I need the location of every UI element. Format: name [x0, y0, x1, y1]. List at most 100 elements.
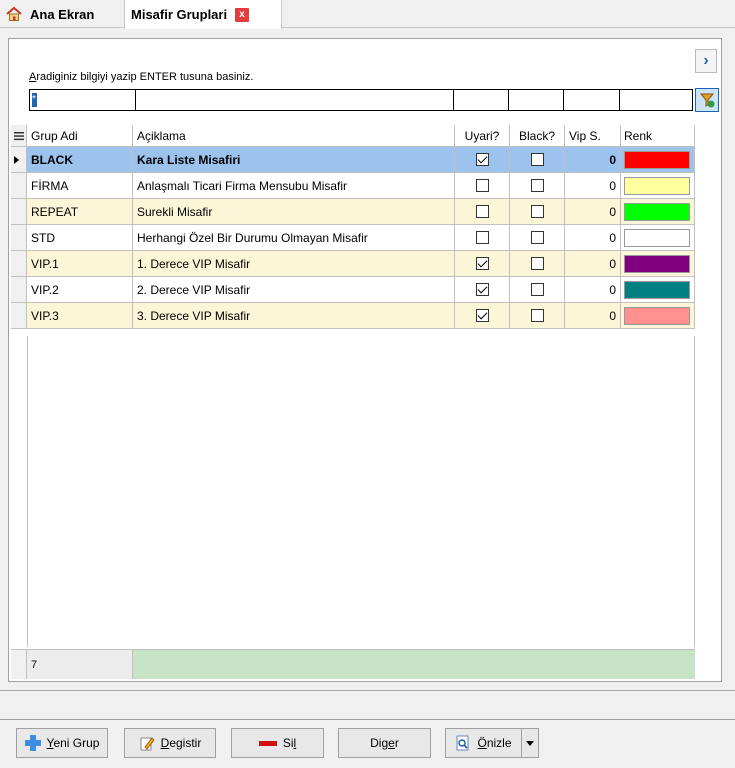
- color-swatch[interactable]: [624, 254, 690, 273]
- uyari-checkbox[interactable]: [475, 309, 489, 322]
- uyari-checkbox[interactable]: [475, 283, 489, 296]
- filter-black-input[interactable]: [508, 89, 563, 111]
- cell-aciklama: Surekli Misafir: [133, 199, 455, 224]
- sil-accel: l: [293, 736, 297, 750]
- cell-renk: [621, 173, 695, 198]
- diger-accel: e: [388, 736, 395, 750]
- cell-renk: [621, 251, 695, 276]
- header-uyari[interactable]: Uyari?: [455, 125, 510, 146]
- table-row[interactable]: STD Herhangi Özel Bir Durumu Olmayan Mis…: [11, 225, 695, 251]
- row-indicator: [11, 225, 27, 250]
- onizle-button[interactable]: Önizle: [445, 728, 521, 758]
- color-swatch[interactable]: [624, 280, 690, 299]
- color-swatch[interactable]: [624, 306, 690, 325]
- cell-uyari: [455, 173, 510, 198]
- grid-empty-area: [11, 336, 695, 647]
- black-checkbox[interactable]: [530, 257, 544, 270]
- cell-black: [510, 251, 565, 276]
- cell-renk: [621, 225, 695, 250]
- cell-renk: [621, 199, 695, 224]
- black-checkbox[interactable]: [530, 283, 544, 296]
- cell-aciklama: Herhangi Özel Bir Durumu Olmayan Misafir: [133, 225, 455, 250]
- table-row[interactable]: VIP.2 2. Derece VIP Misafir 0: [11, 277, 695, 303]
- color-swatch[interactable]: [624, 228, 690, 247]
- row-indicator: [11, 303, 27, 328]
- grid-footer: 7: [11, 649, 695, 679]
- filter-renk-input[interactable]: [619, 89, 693, 111]
- cell-black: [510, 173, 565, 198]
- cell-vip: 0: [565, 303, 621, 328]
- yeni-grup-label: Yeni Grup: [47, 736, 100, 750]
- sil-button[interactable]: Sil: [231, 728, 324, 758]
- uyari-checkbox[interactable]: [475, 257, 489, 270]
- header-vip[interactable]: Vip S.: [565, 125, 621, 146]
- minus-icon: [258, 740, 277, 746]
- color-swatch[interactable]: [624, 176, 690, 195]
- cell-vip: 0: [565, 277, 621, 302]
- onizle-dropdown-button[interactable]: [521, 728, 539, 758]
- cell-grup: FİRMA: [27, 173, 133, 198]
- sil-label: Sil: [283, 736, 296, 750]
- yeni-grup-button[interactable]: Yeni Grup: [16, 728, 108, 758]
- record-count: 7: [27, 650, 133, 679]
- sil-text: Si: [282, 736, 294, 750]
- filter-vip-input[interactable]: [563, 89, 619, 111]
- cell-uyari: [455, 251, 510, 276]
- chevron-right-icon: ›: [703, 52, 709, 69]
- diger-button[interactable]: Diger: [338, 728, 431, 758]
- tab-home[interactable]: Ana Ekran: [0, 0, 124, 28]
- degistir-button[interactable]: Degistir: [124, 728, 216, 758]
- column-chooser[interactable]: [11, 125, 27, 146]
- filter-uyari-input[interactable]: [453, 89, 508, 111]
- onizle-accel: Ö: [477, 736, 487, 750]
- grid-header: Grup Adi Açiklama Uyari? Black? Vip S. R…: [11, 125, 695, 147]
- table-row[interactable]: VIP.3 3. Derece VIP Misafir 0: [11, 303, 695, 329]
- cell-aciklama: Anlaşmalı Ticari Firma Mensubu Misafir: [133, 173, 455, 198]
- color-swatch[interactable]: [624, 150, 690, 169]
- diger-text-rest: r: [394, 736, 399, 750]
- cell-black: [510, 225, 565, 250]
- filter-button[interactable]: [695, 88, 719, 112]
- tab-home-label: Ana Ekran: [30, 6, 95, 22]
- table-row[interactable]: FİRMA Anlaşmalı Ticari Firma Mensubu Mis…: [11, 173, 695, 199]
- header-aciklama[interactable]: Açiklama: [133, 125, 455, 146]
- cell-grup: BLACK: [27, 147, 133, 172]
- cell-black: [510, 277, 565, 302]
- color-swatch[interactable]: [624, 202, 690, 221]
- onizle-label: Önizle: [477, 736, 511, 750]
- uyari-checkbox[interactable]: [475, 153, 489, 166]
- cell-black: [510, 147, 565, 172]
- filter-clear-icon: [699, 93, 715, 108]
- uyari-checkbox[interactable]: [475, 179, 489, 192]
- uyari-checkbox[interactable]: [475, 231, 489, 244]
- row-indicator: [11, 199, 27, 224]
- black-checkbox[interactable]: [530, 153, 544, 166]
- header-black[interactable]: Black?: [510, 125, 565, 146]
- row-indicator: [11, 277, 27, 302]
- tab-misafir-gruplari[interactable]: Misafir Gruplari x: [124, 0, 282, 29]
- black-checkbox[interactable]: [530, 231, 544, 244]
- filter-grup-input[interactable]: *: [29, 89, 135, 111]
- table-row[interactable]: VIP.1 1. Derece VIP Misafir 0: [11, 251, 695, 277]
- cell-aciklama: 2. Derece VIP Misafir: [133, 277, 455, 302]
- cell-grup: VIP.3: [27, 303, 133, 328]
- uyari-checkbox[interactable]: [475, 205, 489, 218]
- cell-vip: 0: [565, 199, 621, 224]
- cell-vip: 0: [565, 173, 621, 198]
- header-grup-adi[interactable]: Grup Adi: [27, 125, 133, 146]
- table-row[interactable]: REPEAT Surekli Misafir 0: [11, 199, 695, 225]
- table-row[interactable]: BLACK Kara Liste Misafiri 0: [11, 147, 695, 173]
- cell-renk: [621, 277, 695, 302]
- cell-renk: [621, 303, 695, 328]
- cell-grup: STD: [27, 225, 133, 250]
- chevron-down-icon: [526, 740, 534, 746]
- next-button[interactable]: ›: [695, 49, 717, 73]
- close-icon[interactable]: x: [235, 7, 250, 22]
- filter-aciklama-input[interactable]: [135, 89, 453, 111]
- filter-grup-value: *: [32, 94, 36, 105]
- onizle-text: nizle: [486, 736, 512, 750]
- black-checkbox[interactable]: [530, 179, 544, 192]
- black-checkbox[interactable]: [530, 309, 544, 322]
- black-checkbox[interactable]: [530, 205, 544, 218]
- header-renk[interactable]: Renk: [621, 125, 695, 146]
